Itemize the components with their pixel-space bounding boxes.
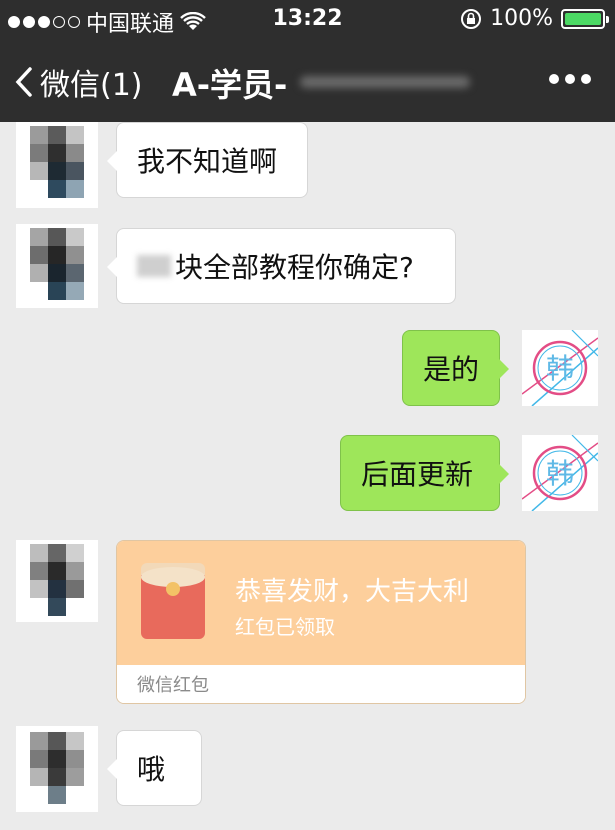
message-bubble[interactable]: 块全部教程你确定? <box>107 228 456 304</box>
message-text: 后面更新 <box>361 458 474 491</box>
avatar[interactable] <box>16 726 98 812</box>
redacted-title <box>300 76 470 88</box>
avatar[interactable]: 韩 <box>522 435 598 511</box>
red-packet-footer: 微信红包 <box>117 665 525 703</box>
red-packet-title: 恭喜发财，大吉大利 <box>235 577 470 607</box>
message-text: 块全部教程你确定? <box>175 251 414 284</box>
chat-area[interactable]: 我不知道啊 块全部教程你确定? 是的 韩 后面更新 韩 恭喜发财，大吉大利 红包… <box>0 122 615 830</box>
orientation-lock-icon <box>461 8 482 29</box>
avatar[interactable] <box>16 540 98 622</box>
status-right: 100% <box>460 6 609 31</box>
back-label: 微信(1) <box>40 68 143 103</box>
message-bubble[interactable]: 后面更新 <box>340 435 509 511</box>
avatar-text: 韩 <box>546 457 574 490</box>
status-bar: 中国联通 13:22 100% <box>0 0 615 38</box>
red-packet-card[interactable]: 恭喜发财，大吉大利 红包已领取 微信红包 <box>116 540 526 704</box>
more-icon[interactable] <box>549 74 591 84</box>
red-envelope-icon <box>141 563 205 639</box>
battery-icon <box>561 8 609 29</box>
back-button[interactable]: 微信(1) <box>14 60 143 104</box>
red-packet-status: 红包已领取 <box>235 615 335 639</box>
redacted-text <box>137 255 171 277</box>
message-bubble[interactable]: 我不知道啊 <box>107 122 308 198</box>
message-text: 我不知道啊 <box>137 145 278 178</box>
message-bubble[interactable]: 是的 <box>402 330 509 406</box>
avatar[interactable]: 韩 <box>522 330 598 406</box>
message-text: 是的 <box>423 353 480 386</box>
avatar-text: 韩 <box>546 352 574 385</box>
battery-percent: 100% <box>490 6 553 31</box>
chat-header: 微信(1) A-学员- <box>0 38 615 122</box>
avatar[interactable] <box>16 122 98 208</box>
avatar[interactable] <box>16 224 98 308</box>
message-bubble[interactable]: 哦 <box>107 730 202 806</box>
red-packet-body: 恭喜发财，大吉大利 红包已领取 <box>117 541 525 665</box>
chevron-left-icon <box>15 67 32 97</box>
message-text: 哦 <box>137 753 166 786</box>
chat-title: A-学员- <box>172 66 288 104</box>
